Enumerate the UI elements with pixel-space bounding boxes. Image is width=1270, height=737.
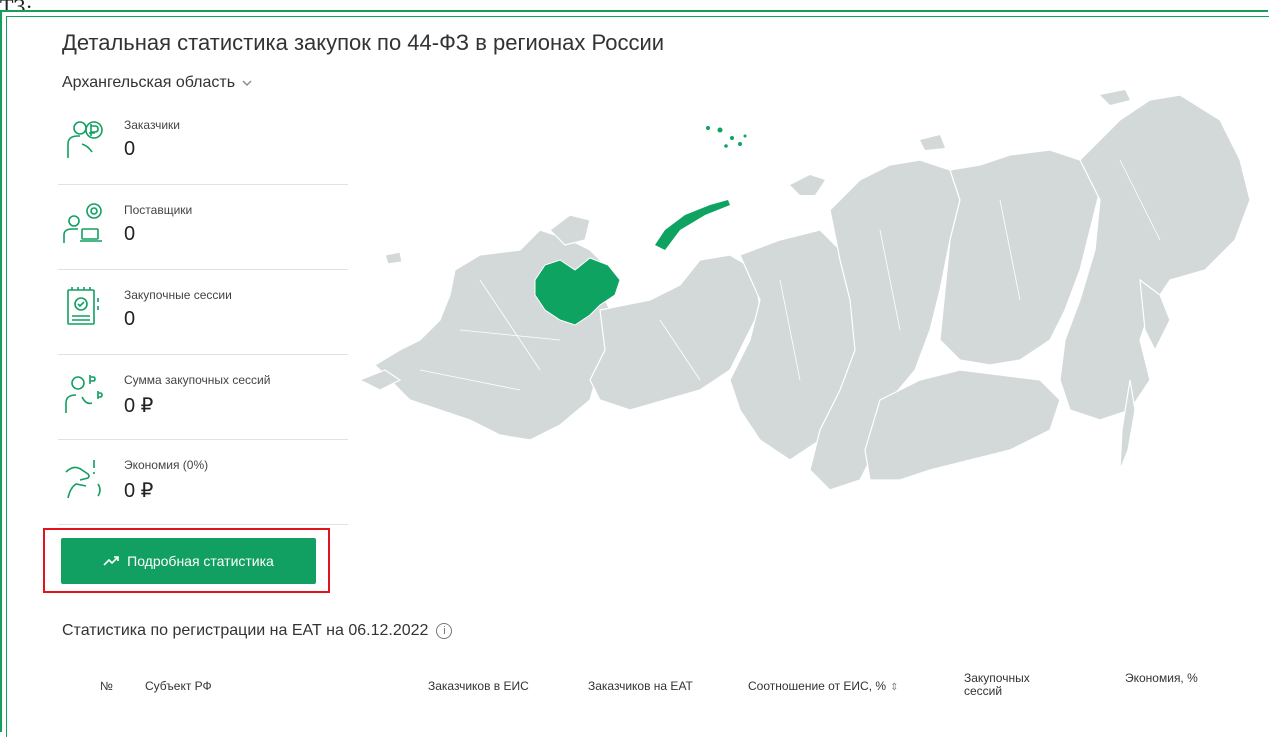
detailed-stats-button[interactable]: Подробная статистика xyxy=(61,538,316,584)
stat-label: Закупочные сессии xyxy=(124,288,232,302)
sum-icon xyxy=(65,375,103,413)
trending-up-icon xyxy=(103,556,119,566)
sessions-icon xyxy=(67,287,99,325)
col-customers-eis: Заказчиков в ЕИС xyxy=(428,679,529,693)
stat-value: 0 xyxy=(124,308,136,330)
chevron-down-icon xyxy=(242,80,252,86)
col-ratio-label: Соотношение от ЕИС, % xyxy=(748,679,887,693)
map-region-arctic-island[interactable] xyxy=(790,175,825,195)
russia-map[interactable] xyxy=(360,80,1260,510)
detailed-stats-label: Подробная статистика xyxy=(127,553,274,569)
stats-list: Заказчики 0 Поставщики 0 Закупочные сесс… xyxy=(58,100,348,525)
stat-sessions: Закупочные сессии 0 xyxy=(58,270,348,355)
stat-value: 0 ₽ xyxy=(124,395,154,417)
supplier-icon xyxy=(63,203,102,243)
savings-icon xyxy=(65,460,101,499)
stat-customers: Заказчики 0 xyxy=(58,100,348,185)
registration-title: Статистика по регистрации на ЕАТ на 06.1… xyxy=(62,622,453,640)
registration-title-text: Статистика по регистрации на ЕАТ на 06.1… xyxy=(62,622,429,639)
stat-suppliers: Поставщики 0 xyxy=(58,185,348,270)
table-header: № Субъект РФ Заказчиков в ЕИС Заказчиков… xyxy=(0,670,1270,718)
customer-icon xyxy=(67,121,103,158)
stat-value: 0 ₽ xyxy=(124,480,154,502)
sort-icon[interactable]: ⇕ xyxy=(890,681,898,694)
col-savings: Экономия, % xyxy=(1125,671,1198,685)
stat-label: Сумма закупочных сессий xyxy=(124,373,271,387)
region-dropdown[interactable]: Архангельская область xyxy=(62,74,253,92)
map-region-arctic-island-3[interactable] xyxy=(920,135,945,150)
map-region-arctic-island-2[interactable] xyxy=(1100,90,1130,105)
map-region-far-east[interactable] xyxy=(1059,94,1251,421)
map-region-franz-josef[interactable] xyxy=(706,126,747,148)
map-region-kamchatka[interactable] xyxy=(1139,278,1171,352)
stat-sum: Сумма закупочных сессий 0 ₽ xyxy=(58,355,348,440)
stat-label: Экономия (0%) xyxy=(124,458,209,472)
stat-label: Поставщики xyxy=(124,203,193,217)
map-region-kaliningrad[interactable] xyxy=(384,251,403,265)
map-region-novaya-zemlya[interactable] xyxy=(655,200,730,250)
col-ratio[interactable]: Соотношение от ЕИС, % ⇕ xyxy=(748,680,898,694)
page-title: Детальная статистика закупок по 44-ФЗ в … xyxy=(62,30,665,55)
stat-label: Заказчики xyxy=(124,118,180,132)
region-label: Архангельская область xyxy=(62,74,236,91)
stat-value: 0 xyxy=(124,138,136,160)
stat-value: 0 xyxy=(124,223,136,245)
info-icon[interactable]: i xyxy=(436,623,453,639)
col-sessions: Закупочных сессий xyxy=(964,671,1030,698)
col-customers-eat: Заказчиков на ЕАТ xyxy=(588,679,693,693)
stat-savings: Экономия (0%) 0 ₽ xyxy=(58,440,348,525)
map-region-west[interactable] xyxy=(374,229,621,441)
col-subject: Субъект РФ xyxy=(145,679,212,693)
col-num: № xyxy=(100,679,113,693)
